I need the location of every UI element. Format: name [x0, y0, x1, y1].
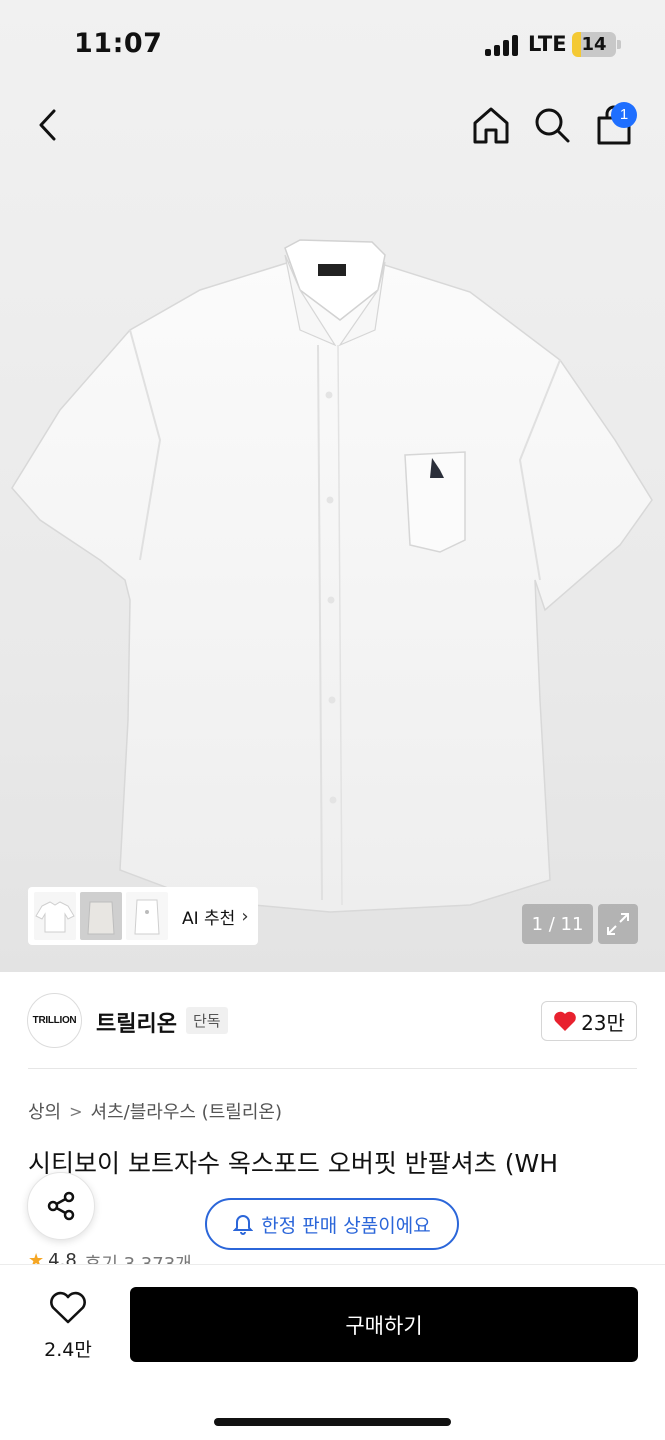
- reco-thumbnail[interactable]: [126, 892, 168, 940]
- brand-like-button[interactable]: 23만: [541, 1001, 637, 1041]
- search-button[interactable]: [528, 101, 576, 149]
- battery-cap: [617, 40, 621, 49]
- breadcrumb-subcategory[interactable]: 셔츠/블라우스 (트릴리온): [91, 1098, 282, 1124]
- expand-icon: [607, 913, 629, 935]
- status-bar: 11:07 LTE 14: [0, 0, 665, 90]
- breadcrumb: 상의 > 셔츠/블라우스 (트릴리온): [28, 1098, 282, 1124]
- brand-logo-text: TRILLION: [32, 1015, 77, 1026]
- share-icon: [47, 1191, 75, 1221]
- reco-thumbnail[interactable]: [80, 892, 122, 940]
- rating-row[interactable]: ★ 4.8 후기 3,373개: [28, 1250, 192, 1264]
- back-icon: [39, 109, 56, 141]
- reco-thumbnail[interactable]: [34, 892, 76, 940]
- cart-count-badge: 1: [611, 102, 637, 128]
- battery-level: 14: [581, 34, 607, 55]
- star-icon: ★: [28, 1250, 45, 1264]
- divider: [28, 1068, 637, 1069]
- battery-icon: 14: [572, 32, 616, 57]
- rating-value: 4.8: [48, 1250, 77, 1264]
- review-count: 후기 3,373개: [85, 1250, 192, 1264]
- wishlist-count: 2.4만: [44, 1339, 92, 1361]
- search-icon: [535, 108, 570, 143]
- buy-button[interactable]: 구매하기: [130, 1287, 638, 1362]
- brand-row: TRILLION 트릴리온 단독 23만: [0, 992, 665, 1050]
- heart-filled-icon: [554, 1011, 576, 1031]
- expand-button[interactable]: [598, 904, 638, 944]
- exclusive-badge: 단독: [186, 1007, 228, 1034]
- product-image-area[interactable]: 11:07 LTE 14 1 AI 추천 › 1 / 11: [0, 0, 665, 972]
- ai-recommend-label: AI 추천: [182, 908, 236, 929]
- ai-recommend-button[interactable]: AI 추천 ›: [28, 887, 258, 945]
- status-time: 11:07: [74, 28, 163, 59]
- brand-logo[interactable]: TRILLION: [27, 993, 82, 1048]
- limited-sale-label: 한정 판매 상품이에요: [261, 1214, 431, 1237]
- brand-name[interactable]: 트릴리온: [96, 1006, 177, 1038]
- home-icon: [473, 107, 509, 144]
- wishlist-button[interactable]: 2.4만: [30, 1291, 106, 1362]
- brand-like-count: 23만: [581, 1010, 625, 1035]
- network-label: LTE: [528, 32, 567, 56]
- signal-icon: [485, 34, 519, 56]
- image-counter: 1 / 11: [522, 904, 593, 944]
- share-button[interactable]: [27, 1172, 95, 1240]
- back-button[interactable]: [24, 101, 72, 149]
- breadcrumb-category[interactable]: 상의: [28, 1098, 61, 1124]
- home-indicator: [214, 1418, 451, 1426]
- bottom-action-bar: 2.4만 구매하기: [0, 1264, 665, 1440]
- product-title: 시티보이 보트자수 옥스포드 오버핏 반팔셔츠 (WH: [28, 1149, 559, 1178]
- bell-icon: [233, 1213, 254, 1235]
- heart-outline-icon: [50, 1291, 86, 1324]
- chevron-right-icon: ›: [241, 905, 249, 927]
- limited-sale-notice: 한정 판매 상품이에요: [205, 1198, 459, 1250]
- chevron-right-icon: >: [69, 1101, 83, 1121]
- home-button[interactable]: [467, 101, 515, 149]
- product-shirt-image: [11, 239, 653, 913]
